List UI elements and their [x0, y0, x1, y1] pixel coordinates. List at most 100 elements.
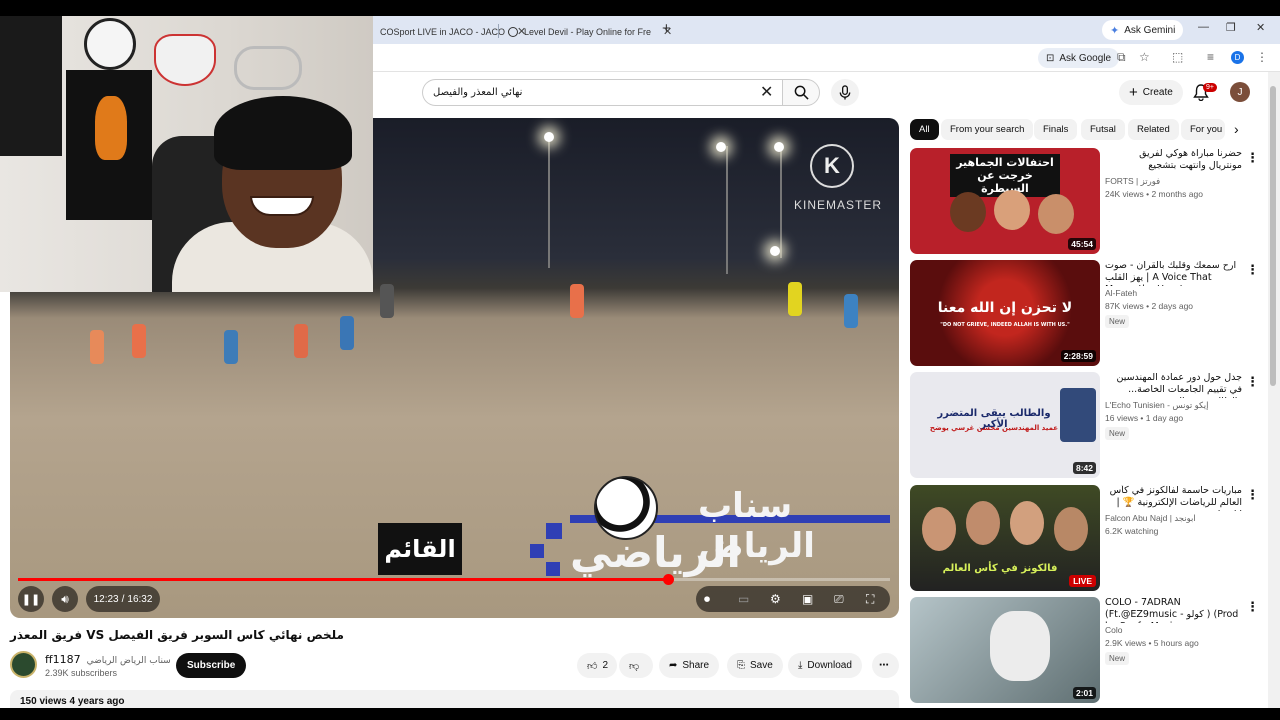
channel-avatar[interactable]	[10, 651, 37, 678]
recommendation-channel[interactable]: Al-Fateh	[1105, 288, 1242, 298]
recommendation-meta: 16 views • 1 day ago	[1105, 413, 1184, 423]
pause-button[interactable]: ❚❚	[18, 586, 44, 612]
progress-played	[18, 578, 668, 581]
duration-badge: 2:01	[1072, 687, 1096, 699]
thumbs-down-icon: 👎︎	[629, 660, 640, 672]
more-vertical-icon[interactable]: ⋮	[1246, 487, 1259, 503]
chip-related[interactable]: Related	[1128, 119, 1179, 140]
minimize-icon[interactable]: —	[1198, 21, 1209, 33]
download-button[interactable]: ⤓ Download	[788, 653, 862, 678]
thumbnail-person	[922, 507, 956, 551]
share-button[interactable]: ➦ Share	[659, 653, 720, 678]
time-display: 12:23 / 16:32	[86, 586, 160, 612]
browser-menu-icon[interactable]: ⋮	[1256, 50, 1268, 64]
recommendation-channel[interactable]: FORTS | فورتز	[1105, 176, 1242, 187]
miniplayer-icon[interactable]: ▣	[802, 592, 813, 606]
gemini-spark-icon: ✦	[1110, 24, 1120, 37]
recommendation-channel[interactable]: Colo	[1105, 625, 1242, 635]
search-button[interactable]	[782, 79, 820, 106]
cast-icon[interactable]: ⎚	[834, 592, 844, 607]
recommendation-title[interactable]: مباريات حاسمة لفالكونز في كأس العالم للر…	[1105, 485, 1242, 511]
more-vertical-icon[interactable]: ⋮	[1246, 374, 1259, 390]
chip-finals[interactable]: Finals	[1034, 119, 1078, 140]
more-actions-button[interactable]: ⋯	[872, 653, 899, 678]
recommendation-item[interactable]: لا تحزن إن الله معنا "DO NOT GRIEVE, IND…	[910, 260, 1262, 368]
close-window-icon[interactable]: ✕	[1256, 21, 1265, 34]
video-thumbnail[interactable]: والطالب يبقى المتضرر الأكبر عميد المهندس…	[910, 372, 1100, 478]
chevron-right-icon[interactable]: ›	[1234, 121, 1239, 137]
channel-name-row[interactable]: ff1187 سناب الرياض الرياضي	[45, 653, 171, 666]
right-controls	[696, 586, 890, 612]
scrollbar-thumb[interactable]	[1270, 86, 1276, 386]
notification-count-badge: 9+	[1203, 83, 1217, 92]
thumbnail-person	[1010, 501, 1044, 545]
fullscreen-icon[interactable]: ⛶	[866, 592, 874, 607]
chip-futsal[interactable]: Futsal	[1081, 119, 1125, 140]
restore-icon[interactable]: ❐	[1226, 21, 1236, 34]
volume-button[interactable]: 🔊︎	[52, 586, 78, 612]
new-badge: New	[1105, 315, 1130, 328]
chip-all[interactable]: All	[910, 119, 939, 140]
more-vertical-icon[interactable]: ⋮	[1246, 150, 1259, 166]
extensions-icon[interactable]: ⬚	[1172, 50, 1183, 64]
browser-tab-2[interactable]: Level Devil - Play Online for Fre ✕	[500, 19, 680, 44]
clear-search-icon[interactable]: ✕	[760, 82, 773, 102]
ask-google-button[interactable]: ⊡ Ask Google	[1038, 48, 1120, 68]
video-thumbnail[interactable]: 2:01	[910, 597, 1100, 703]
stadium-light	[544, 132, 554, 142]
total-time: 16:32	[127, 593, 153, 605]
channel-name[interactable]: ff1187	[45, 653, 81, 666]
live-badge: LIVE	[1069, 575, 1096, 587]
save-button[interactable]: ⎘ Save	[727, 653, 783, 678]
recommendation-title[interactable]: COLO - 7ADRAN (Ft.@EZ9music - كولو ) (Pr…	[1105, 597, 1242, 623]
duration-badge: 8:42	[1072, 462, 1096, 474]
media-controls-icon[interactable]: ≡	[1207, 50, 1214, 64]
recommendation-item[interactable]: والطالب يبقى المتضرر الأكبر عميد المهندس…	[910, 372, 1262, 480]
recommendation-meta: 24K views • 2 months ago	[1105, 189, 1203, 199]
recommendation-title[interactable]: جدل حول دور عمادة المهندسين في تقييم الج…	[1105, 372, 1242, 398]
autoplay-toggle-icon[interactable]: ⏺︎	[704, 592, 710, 607]
account-avatar[interactable]: J	[1230, 82, 1250, 102]
progress-scrubber[interactable]	[663, 574, 674, 585]
recommendation-title[interactable]: حضرنا مباراة هوكي لفريق مونتريال وانتهت …	[1105, 148, 1242, 172]
video-thumbnail[interactable]: احتفالات الجماهير خرجت عن السيطرة 45:54	[910, 148, 1100, 254]
field-player	[844, 294, 858, 328]
like-button[interactable]: 👍︎ 2	[577, 653, 617, 678]
ask-gemini-button[interactable]: ✦ Ask Gemini	[1102, 20, 1184, 40]
browser-profile-avatar[interactable]: D	[1231, 51, 1244, 64]
dislike-button[interactable]: 👎︎	[619, 653, 653, 678]
recommendation-item[interactable]: احتفالات الجماهير خرجت عن السيطرة 45:54 …	[910, 148, 1262, 256]
recommendation-item[interactable]: 2:01 COLO - 7ADRAN (Ft.@EZ9music - كولو …	[910, 597, 1262, 705]
lens-icon: ⊡	[1046, 52, 1055, 64]
recommendation-channel[interactable]: L'Echo Tunisien - إيكو تونس	[1105, 400, 1242, 411]
field-player	[340, 316, 354, 350]
subscribe-button[interactable]: Subscribe	[176, 653, 247, 678]
light-pole	[726, 146, 728, 274]
bookmark-star-icon[interactable]: ☆	[1139, 50, 1150, 64]
graphic-blue-square	[546, 562, 560, 576]
thumbnail-person	[994, 190, 1030, 230]
recommendation-title[interactable]: ارح سمعك وقلبك بالقرآن - صوت يهز القلب |…	[1105, 260, 1242, 286]
more-vertical-icon[interactable]: ⋮	[1246, 262, 1259, 278]
settings-gear-icon[interactable]: ⚙	[770, 592, 781, 606]
chip-for-you[interactable]: For you	[1181, 119, 1225, 140]
chip-from-your-search[interactable]: From your search	[941, 119, 1034, 140]
microphone-icon	[839, 85, 851, 100]
new-tab-plus-icon[interactable]: +	[662, 20, 671, 37]
subtitles-icon[interactable]: ▭	[738, 592, 749, 606]
create-button[interactable]: + Create	[1119, 80, 1183, 105]
install-app-icon[interactable]: ⧉	[1117, 50, 1126, 65]
search-icon	[794, 85, 809, 100]
voice-search-button[interactable]	[831, 79, 859, 106]
recommendation-item[interactable]: فالكونز في كأس العالم LIVE مباريات حاسمة…	[910, 485, 1262, 593]
channel-name-arabic[interactable]: سناب الرياض الرياضي	[87, 656, 171, 666]
field-player	[380, 284, 394, 318]
search-input[interactable]	[423, 80, 743, 105]
share-icon: ➦	[669, 660, 678, 671]
video-thumbnail[interactable]: فالكونز في كأس العالم LIVE	[910, 485, 1100, 591]
video-thumbnail[interactable]: لا تحزن إن الله معنا "DO NOT GRIEVE, IND…	[910, 260, 1100, 366]
video-title: فريق المعذر VS ملخص نهائي كاس السوبر فري…	[10, 628, 344, 642]
field-player	[224, 330, 238, 364]
more-vertical-icon[interactable]: ⋮	[1246, 599, 1259, 615]
recommendation-channel[interactable]: Falcon Abu Najd | ابونجد	[1105, 513, 1242, 524]
